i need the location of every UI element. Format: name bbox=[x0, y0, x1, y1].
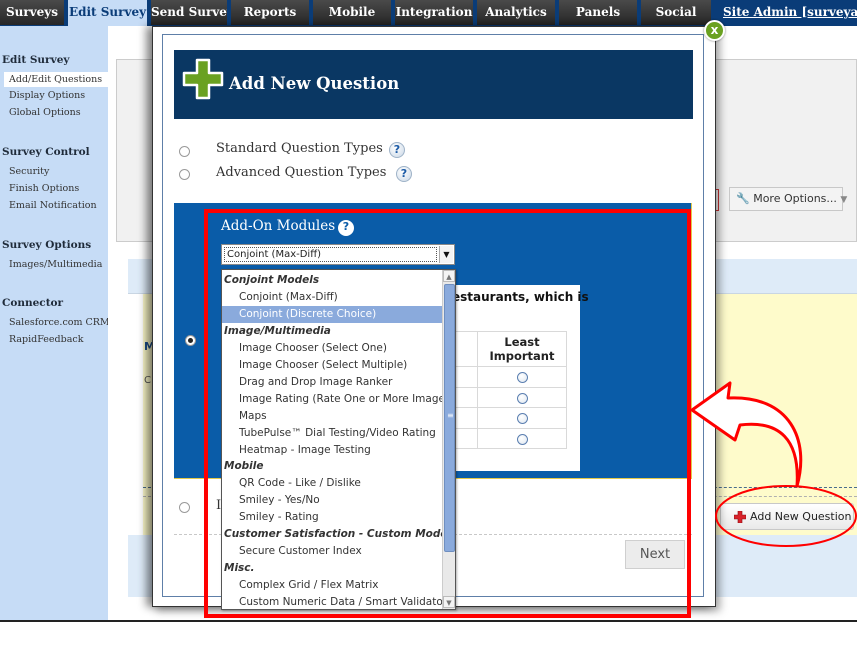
more-options-label: More Options... bbox=[753, 192, 837, 205]
tab-social[interactable]: Social bbox=[641, 0, 713, 25]
site-admin-link[interactable]: Site Admin [surveyanaly bbox=[723, 5, 857, 19]
sidebar-item-display-options[interactable]: Display Options bbox=[9, 90, 85, 101]
tab-integration[interactable]: Integration bbox=[395, 0, 475, 25]
tab-reports[interactable]: Reports bbox=[231, 0, 311, 25]
sidebar-item-add-edit-questions[interactable]: Add/Edit Questions bbox=[4, 72, 108, 87]
modal-header: Add New Question bbox=[174, 50, 693, 119]
annotation-highlight-box bbox=[204, 209, 691, 618]
tab-edit-survey[interactable]: Edit Survey bbox=[68, 0, 149, 26]
sidebar-heading-survey-control: Survey Control bbox=[2, 146, 90, 158]
tab-surveys[interactable]: Surveys bbox=[0, 0, 66, 25]
green-plus-icon bbox=[182, 58, 224, 100]
chevron-down-icon: ▼ bbox=[840, 195, 848, 205]
more-options-button[interactable]: 🔧 More Options... ▼ bbox=[729, 187, 847, 211]
tab-panels[interactable]: Panels bbox=[559, 0, 639, 25]
advanced-question-types-radio[interactable] bbox=[179, 169, 190, 180]
fourth-option-radio[interactable] bbox=[179, 502, 190, 513]
sidebar-heading-connector: Connector bbox=[2, 297, 64, 309]
top-navigation: Surveys Edit Survey Send Survey Reports … bbox=[0, 0, 857, 26]
help-icon[interactable]: ? bbox=[389, 142, 405, 158]
add-on-modules-radio[interactable] bbox=[185, 335, 196, 346]
tab-analytics[interactable]: Analytics bbox=[477, 0, 557, 25]
help-icon[interactable]: ? bbox=[396, 166, 412, 182]
standard-question-types-radio[interactable] bbox=[179, 146, 190, 157]
sidebar-heading-survey-options: Survey Options bbox=[2, 239, 92, 251]
advanced-question-types-label[interactable]: Advanced Question Types bbox=[216, 165, 386, 180]
sidebar-item-salesforce-crm[interactable]: Salesforce.com CRM bbox=[9, 317, 110, 328]
footer-line bbox=[0, 620, 857, 622]
add-new-question-label: Add New Question bbox=[750, 510, 852, 523]
wrench-icon: 🔧 bbox=[736, 192, 750, 205]
sidebar: Edit Survey Add/Edit Questions Display O… bbox=[0, 26, 110, 620]
sidebar-heading-edit-survey: Edit Survey bbox=[2, 54, 70, 66]
sidebar-item-global-options[interactable]: Global Options bbox=[9, 107, 81, 118]
sidebar-item-images-multimedia[interactable]: Images/Multimedia bbox=[9, 259, 102, 270]
sidebar-item-finish-options[interactable]: Finish Options bbox=[9, 183, 79, 194]
sidebar-item-email-notification[interactable]: Email Notification bbox=[9, 200, 97, 211]
add-new-question-button[interactable]: Add New Question bbox=[720, 503, 854, 530]
standard-question-types-label[interactable]: Standard Question Types bbox=[216, 141, 383, 156]
sidebar-item-security[interactable]: Security bbox=[9, 166, 49, 177]
red-plus-icon bbox=[734, 511, 746, 523]
modal-title: Add New Question bbox=[229, 74, 400, 93]
sidebar-item-rapidfeedback[interactable]: RapidFeedback bbox=[9, 334, 83, 345]
question-text-partial: C bbox=[144, 375, 151, 386]
tab-send-survey[interactable]: Send Survey bbox=[151, 0, 229, 25]
close-modal-button[interactable]: x bbox=[704, 20, 725, 41]
tab-mobile[interactable]: Mobile bbox=[313, 0, 393, 25]
